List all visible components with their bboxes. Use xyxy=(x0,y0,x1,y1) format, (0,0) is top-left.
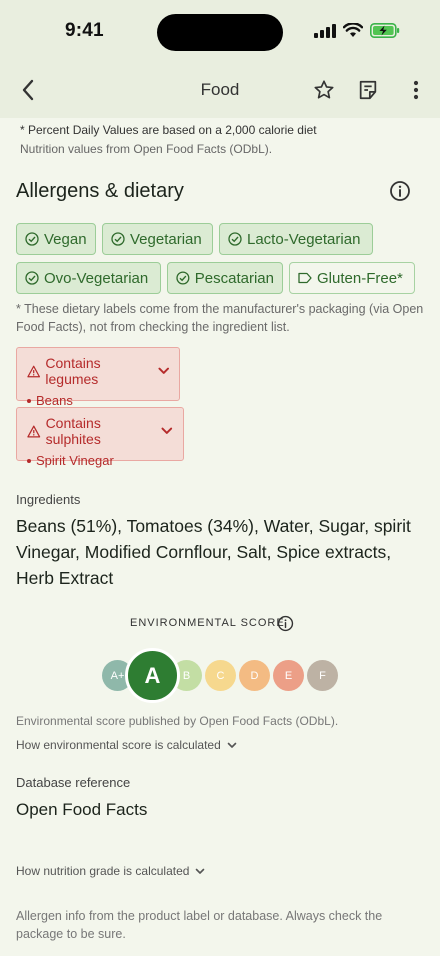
chip-label: Pescatarian xyxy=(194,269,274,287)
status-bar: 9:41 xyxy=(0,0,440,62)
star-outline-icon xyxy=(314,80,334,99)
check-circle-icon xyxy=(176,271,190,285)
notes-button[interactable] xyxy=(354,76,382,104)
nutrition-grade-how-link[interactable]: How nutrition grade is calculated xyxy=(16,864,205,878)
allergens-info-button[interactable] xyxy=(389,180,411,207)
chip-label: Vegetarian xyxy=(130,230,202,248)
chip-gluten-free: Gluten-Free* xyxy=(289,262,415,294)
env-score-title: ENVIRONMENTAL SCORE xyxy=(130,617,285,629)
chip-ovo-vegetarian: Ovo-Vegetarian xyxy=(16,262,161,294)
info-icon xyxy=(390,181,410,201)
info-icon xyxy=(277,615,294,632)
database-value: Open Food Facts xyxy=(16,800,148,819)
label-tag-icon xyxy=(298,272,312,284)
chip-vegetarian: Vegetarian xyxy=(102,223,213,255)
chevron-down-icon xyxy=(161,427,173,434)
ingredients-text: Beans (51%), Tomatoes (34%), Water, Suga… xyxy=(16,516,411,588)
chevron-down-icon xyxy=(227,742,237,748)
percent-daily-note: * Percent Daily Values are based on a 2,… xyxy=(20,123,317,137)
alert-item: Spirit Vinegar xyxy=(36,453,114,468)
status-icons xyxy=(314,23,400,38)
chip-label: Vegan xyxy=(44,230,87,248)
grade-a-active: A xyxy=(125,648,180,703)
env-score-how-label: How environmental score is calculated xyxy=(16,738,221,752)
check-circle-icon xyxy=(228,232,242,246)
signal-icon xyxy=(314,23,336,38)
env-score-source: Environmental score published by Open Fo… xyxy=(16,714,339,728)
nutrition-grade-how-label: How nutrition grade is calculated xyxy=(16,864,190,878)
alert-item: Beans xyxy=(36,393,73,408)
chip-pescatarian: Pescatarian xyxy=(167,262,283,294)
dynamic-island xyxy=(157,14,283,51)
allergen-footer-note: Allergen info from the product label or … xyxy=(16,909,383,941)
env-score-info-button[interactable] xyxy=(277,615,294,637)
env-score-how-link[interactable]: How environmental score is calculated xyxy=(16,738,237,752)
status-time: 9:41 xyxy=(65,20,104,41)
alert-legumes[interactable]: Contains legumes Beans xyxy=(16,347,180,408)
warning-triangle-icon xyxy=(27,425,41,437)
grade-f: F xyxy=(307,660,338,691)
chip-lacto-vegetarian: Lacto-Vegetarian xyxy=(219,223,373,255)
chip-vegan: Vegan xyxy=(16,223,96,255)
grade-d: D xyxy=(239,660,270,691)
chip-label: Ovo-Vegetarian xyxy=(44,269,149,287)
ingredients-label: Ingredients xyxy=(16,492,81,507)
battery-charging-icon xyxy=(370,23,400,38)
nutrition-source-note: Nutrition values from Open Food Facts (O… xyxy=(20,142,273,156)
grade-e: E xyxy=(273,660,304,691)
chip-label: Gluten-Free* xyxy=(317,269,403,287)
check-circle-icon xyxy=(25,232,39,246)
database-label: Database reference xyxy=(16,775,131,790)
chip-label: Lacto-Vegetarian xyxy=(247,230,361,248)
grade-c: C xyxy=(205,660,236,691)
chevron-down-icon xyxy=(158,367,169,374)
dietary-disclaimer: * These dietary labels come from the man… xyxy=(16,302,424,334)
favorite-button[interactable] xyxy=(310,76,338,104)
more-vertical-icon xyxy=(413,80,419,100)
wifi-icon xyxy=(343,23,363,37)
warning-triangle-icon xyxy=(27,365,41,377)
app-header: Food xyxy=(0,62,440,118)
alert-label: Contains legumes xyxy=(45,355,101,387)
check-circle-icon xyxy=(111,232,125,246)
note-icon xyxy=(359,80,377,100)
alert-label: Contains sulphites xyxy=(45,415,101,447)
chevron-down-icon xyxy=(196,868,205,874)
more-menu-button[interactable] xyxy=(402,76,430,104)
allergens-title: Allergens & dietary xyxy=(16,180,184,202)
alert-sulphites[interactable]: Contains sulphites Spirit Vinegar xyxy=(16,407,184,468)
check-circle-icon xyxy=(25,271,39,285)
